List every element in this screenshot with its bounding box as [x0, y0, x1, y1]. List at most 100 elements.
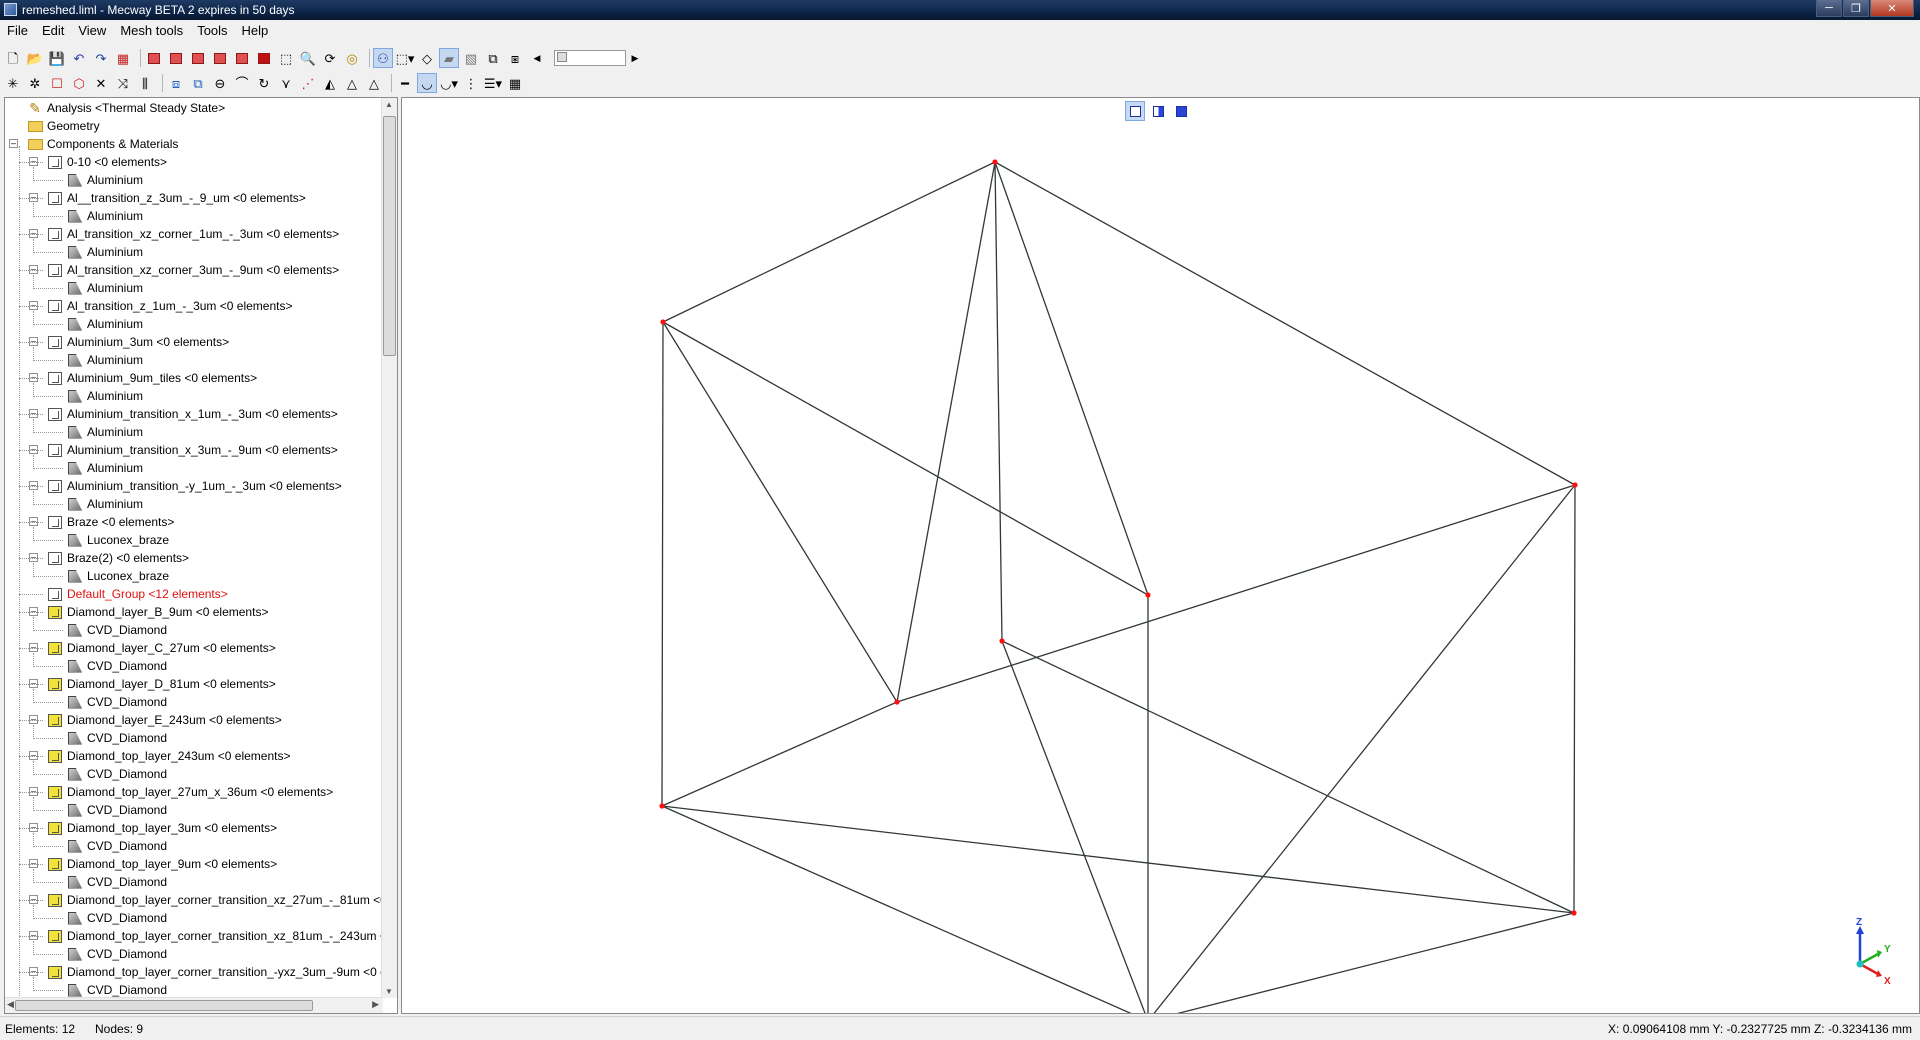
transparent-icon[interactable]: ▧ — [462, 49, 480, 67]
merge-icon[interactable]: ⤨ — [114, 74, 132, 92]
tree-row[interactable]: Diamond_layer_C_27um <0 elements> — [47, 639, 276, 657]
view-front-icon[interactable] — [145, 49, 163, 67]
mesh-edge[interactable] — [994, 161, 1576, 486]
mesh-node[interactable] — [1145, 592, 1151, 598]
tree-row[interactable]: Aluminium_transition_x_1um_-_3um <0 elem… — [47, 405, 338, 423]
node-icon[interactable]: ✳ — [4, 74, 22, 92]
fit-icon[interactable]: ◎ — [343, 49, 361, 67]
tree-row[interactable]: Diamond_layer_E_243um <0 elements> — [47, 711, 282, 729]
menu-help[interactable]: Help — [235, 20, 276, 40]
mesh-node[interactable] — [992, 159, 998, 165]
mesh-node[interactable] — [659, 803, 665, 809]
menu-edit[interactable]: Edit — [35, 20, 71, 40]
vertical-scroll-thumb[interactable] — [383, 116, 396, 356]
tree-row[interactable]: Aluminium — [67, 351, 143, 369]
line-icon[interactable]: ━ — [396, 74, 414, 92]
face-icon[interactable]: ☐ — [48, 74, 66, 92]
redo-icon[interactable]: ↷ — [92, 49, 110, 67]
mesh-node[interactable] — [1571, 910, 1577, 916]
menu-mesh-tools[interactable]: Mesh tools — [113, 20, 190, 40]
mesh-edge[interactable] — [896, 161, 996, 703]
delete-icon[interactable]: ✕ — [92, 74, 110, 92]
mirror-icon[interactable]: ⋎ — [277, 74, 295, 92]
mesh-edge[interactable] — [662, 321, 898, 703]
tree-row[interactable]: Default_Group <12 elements> — [47, 585, 228, 603]
zoom-icon[interactable]: 🔍 — [299, 49, 317, 67]
tree-row[interactable]: Diamond_top_layer_27um_x_36um <0 element… — [47, 783, 333, 801]
tree-row[interactable]: Aluminium_9um_tiles <0 elements> — [47, 369, 257, 387]
tree-row[interactable]: CVD_Diamond — [67, 873, 167, 891]
tree-vertical-scrollbar[interactable]: ▲ ▼ — [381, 98, 397, 998]
undo-icon[interactable]: ↶ — [70, 49, 88, 67]
tree-row[interactable]: CVD_Diamond — [67, 909, 167, 927]
view-right-icon[interactable] — [211, 49, 229, 67]
mesh-edge[interactable] — [994, 161, 1149, 596]
mesh-edge[interactable] — [1573, 484, 1576, 914]
tree-row[interactable]: Al_transition_xz_corner_3um_-_9um <0 ele… — [47, 261, 339, 279]
grid-icon[interactable]: ▦ — [506, 74, 524, 92]
mesh-node[interactable] — [660, 319, 666, 325]
revolve-icon[interactable]: ⊖ — [211, 74, 229, 92]
outline-icon[interactable]: ⧉ — [484, 49, 502, 67]
tree-row[interactable]: Braze <0 elements> — [47, 513, 174, 531]
mesh-edge[interactable] — [994, 161, 1003, 642]
tree-row[interactable]: Al_transition_z_1um_-_3um <0 elements> — [47, 297, 292, 315]
mesh-edge[interactable] — [661, 701, 898, 807]
mesh-edge[interactable] — [1001, 640, 1575, 914]
tree-row[interactable]: Geometry — [27, 117, 100, 135]
tree-row[interactable]: Aluminium — [67, 459, 143, 477]
show-nodes-icon[interactable]: ⚇ — [373, 48, 393, 68]
mesh-edge[interactable] — [661, 805, 1148, 1013]
tree-row[interactable]: Al__transition_z_3um_-_9_um <0 elements> — [47, 189, 306, 207]
close-button[interactable]: ✕ — [1870, 0, 1914, 17]
view-top-icon[interactable] — [233, 49, 251, 67]
tree-row[interactable]: CVD_Diamond — [67, 693, 167, 711]
mesh-node[interactable] — [999, 638, 1005, 644]
tree-row[interactable]: Aluminium_transition_x_3um_-_9um <0 elem… — [47, 441, 338, 459]
tree-row[interactable]: 0-10 <0 elements> — [47, 153, 167, 171]
solve-icon[interactable]: ▦ — [114, 49, 132, 67]
triangle-icon[interactable]: ◭ — [321, 74, 339, 92]
mesh-edge[interactable] — [662, 161, 996, 323]
mesh-edge[interactable] — [1148, 912, 1575, 1013]
maximize-button[interactable]: ❐ — [1843, 0, 1869, 17]
tree-row[interactable]: Aluminium — [67, 207, 143, 225]
extrude-icon[interactable]: ⧉ — [189, 74, 207, 92]
mesh-node[interactable] — [894, 699, 900, 705]
tree-row[interactable]: Aluminium — [67, 387, 143, 405]
tree-row[interactable]: CVD_Diamond — [67, 621, 167, 639]
minimize-button[interactable]: ─ — [1816, 0, 1842, 17]
sweep-icon[interactable]: ⌒ — [233, 74, 251, 92]
mesh-edges-icon[interactable]: ⧆ — [506, 49, 524, 67]
tree-row[interactable]: CVD_Diamond — [67, 657, 167, 675]
spacing-icon[interactable]: ⋮ — [462, 74, 480, 92]
mesh-edge[interactable] — [1148, 484, 1576, 1013]
tree-expander-button[interactable]: – — [9, 139, 18, 148]
tree-row[interactable]: Aluminium — [67, 315, 143, 333]
tree-row[interactable]: Diamond_top_layer_corner_transition_-yxz… — [47, 963, 383, 981]
tree-row[interactable]: Aluminium — [67, 495, 143, 513]
refine-icon[interactable]: ⧈ — [167, 74, 185, 92]
display-slider[interactable] — [554, 50, 626, 66]
tree-row[interactable]: CVD_Diamond — [67, 729, 167, 747]
tree-row[interactable]: Diamond_top_layer_corner_transition_xz_2… — [47, 891, 383, 909]
3d-viewport[interactable]: Z Y X — [401, 97, 1920, 1014]
tree-row[interactable]: Diamond_top_layer_3um <0 elements> — [47, 819, 277, 837]
tree-row[interactable]: ✎ Analysis <Thermal Steady State> — [27, 99, 225, 117]
triangle-empty-icon[interactable]: △ — [365, 74, 383, 92]
tree-row[interactable]: Components & Materials — [27, 135, 178, 153]
slider-right-icon[interactable]: ▶ — [626, 49, 644, 67]
model-tree[interactable]: ✎ Analysis <Thermal Steady State> Geometry… — [5, 98, 383, 998]
surface-icon[interactable]: ◡ — [417, 73, 437, 93]
shaded-icon[interactable]: ▰ — [439, 48, 459, 68]
element-icon[interactable]: ✲ — [26, 74, 44, 92]
transform-icon[interactable]: ⋰ — [299, 74, 317, 92]
mesh-node[interactable] — [1572, 482, 1578, 488]
tree-row[interactable]: Luconex_braze — [67, 567, 169, 585]
cube-icon[interactable]: ⬡ — [70, 74, 88, 92]
mesh-edge[interactable] — [662, 321, 1149, 596]
rotate-icon[interactable]: ⟳ — [321, 49, 339, 67]
wireframe-icon[interactable]: ◇ — [418, 49, 436, 67]
menu-tools[interactable]: Tools — [190, 20, 234, 40]
tree-row[interactable]: Diamond_layer_B_9um <0 elements> — [47, 603, 268, 621]
